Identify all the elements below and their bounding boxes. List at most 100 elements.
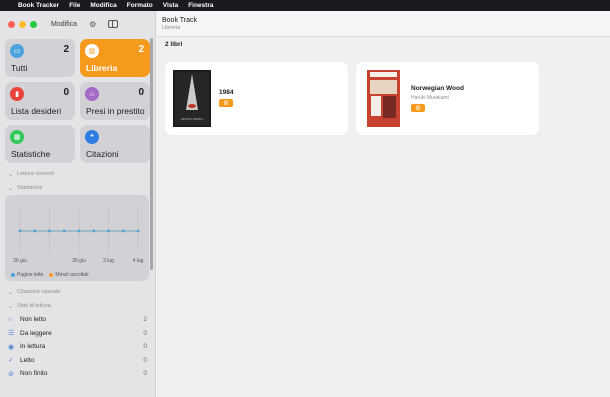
data-point [121, 229, 125, 233]
checkmark-icon: ✓ [8, 357, 14, 365]
x-tick-label: 2 lug [103, 258, 114, 264]
legend-item: Pagine lette [11, 272, 43, 278]
menu-app-name[interactable]: Book Tracker [18, 2, 59, 9]
circle-icon: ○ [8, 316, 13, 324]
tile-label: Statistiche [11, 149, 51, 159]
chart-svg: 26 giu 30 giu 2 lug 4 lug [13, 207, 144, 264]
sidebar: Modifica ⚙ ▭ 2 Tutti ▥ 2 Libreria ▮ 0 Li… [0, 11, 156, 397]
minimize-window-button[interactable] [19, 20, 26, 28]
tile-count: 0 [63, 87, 69, 98]
menu-window[interactable]: Finestra [188, 2, 213, 9]
sidebar-scrollbar[interactable] [150, 38, 153, 270]
status-reading[interactable]: ◉ In lettura 0 [8, 340, 147, 354]
sidebar-toggle-icon[interactable] [108, 20, 119, 28]
tile-label: Presi in prestito [86, 106, 145, 116]
status-label: Non letto [20, 316, 47, 324]
section-label: Stati di lettura [17, 303, 51, 309]
data-point [48, 229, 51, 233]
list-icon: ☰ [8, 330, 15, 338]
status-label: Letto [20, 356, 35, 364]
book-author: Haruki Murakami [411, 95, 449, 101]
status-read[interactable]: ✓ Letto 0 [8, 354, 147, 368]
chevron-down-icon: ⌄ [8, 171, 14, 178]
page-subtitle: Libreria [162, 25, 181, 31]
quote-icon: ❝ [85, 130, 99, 144]
section-current-reading[interactable]: ⌄ Letture correnti [0, 167, 155, 181]
zoom-window-button[interactable] [30, 20, 37, 28]
data-point [77, 229, 81, 233]
collection-tiles: ▭ 2 Tutti ▥ 2 Libreria ▮ 0 Lista desider… [0, 37, 155, 163]
data-point [107, 229, 110, 233]
bank-icon: ⌂ [85, 87, 99, 101]
tile-label: Libreria [86, 63, 118, 73]
menu-view[interactable]: Vista [163, 2, 178, 9]
status-to-read[interactable]: ☰ Da leggere 0 [8, 327, 147, 341]
x-tick-label: 30 giu [72, 258, 86, 264]
menu-edit[interactable]: Modifica [90, 2, 116, 9]
status-count: 0 [143, 370, 147, 378]
close-window-button[interactable] [8, 20, 15, 28]
edit-button[interactable]: Modifica [51, 21, 77, 28]
eye-icon: ◉ [8, 343, 15, 351]
book-count: 2 libri [165, 41, 183, 48]
status-label: In lettura [20, 343, 46, 351]
window-titlebar: Modifica ⚙ [0, 11, 155, 37]
settings-icon[interactable]: ⚙ [89, 20, 96, 29]
tile-library[interactable]: ▥ 2 Libreria [80, 39, 150, 77]
chart-legend: Pagine lette Minuti ascoltati [11, 272, 89, 278]
section-statistics[interactable]: ⌄ Statistiche [0, 181, 155, 195]
books-icon: ▥ [411, 104, 425, 112]
tile-all[interactable]: ▭ 2 Tutti [5, 39, 75, 77]
status-label: Non finito [20, 370, 48, 378]
statistics-chart: 26 giu 30 giu 2 lug 4 lug Pagine lette Minu… [5, 195, 149, 281]
menu-file[interactable]: File [69, 2, 80, 9]
book-title: 1984 [219, 89, 234, 96]
chevron-down-icon: ⌄ [8, 289, 14, 296]
data-point [136, 229, 140, 233]
x-tick-label: 4 lug [133, 258, 144, 264]
book-cover: GEORGE ORWELL [173, 70, 211, 127]
book-card[interactable]: GEORGE ORWELL 1984 ▥ [165, 62, 348, 135]
tile-count: 2 [63, 44, 69, 55]
tile-count: 0 [138, 87, 144, 98]
data-point [62, 229, 66, 233]
tile-label: Citazioni [86, 149, 119, 159]
data-point [92, 229, 96, 233]
tile-label: Lista desideri [11, 106, 62, 116]
book-cover [367, 70, 400, 127]
main-header: Book Track Libreria [157, 11, 610, 37]
status-not-finished[interactable]: ⊘ Non finito 0 [8, 367, 147, 381]
tile-wishlist[interactable]: ▮ 0 Lista desideri [5, 82, 75, 120]
status-count: 2 [143, 316, 147, 324]
x-tick-label: 26 giu [13, 258, 27, 264]
section-random-quote[interactable]: ⌄ Citazione casuale [0, 285, 155, 299]
tile-borrowed[interactable]: ⌂ 0 Presi in prestito [80, 82, 150, 120]
book-card[interactable]: Norwegian Wood Haruki Murakami ▥ [356, 62, 539, 135]
chevron-down-icon: ⌄ [8, 303, 14, 310]
status-label: Da leggere [20, 329, 52, 337]
book-title: Norwegian Wood [411, 85, 464, 92]
menu-bar: Book Tracker File Modifica Formato Vista… [0, 0, 610, 11]
status-count: 0 [143, 329, 147, 337]
status-count: 0 [143, 343, 147, 351]
chevron-down-icon: ⌄ [8, 185, 14, 192]
data-point [33, 229, 37, 233]
menu-format[interactable]: Formato [127, 2, 153, 9]
section-reading-status[interactable]: ⌄ Stati di lettura [0, 299, 155, 313]
tile-statistics[interactable]: ▦ Statistiche [5, 125, 75, 163]
books-icon: ▥ [85, 44, 99, 58]
section-label: Statistiche [17, 185, 43, 191]
tile-label: Tutti [11, 63, 28, 73]
chart-icon: ▦ [10, 130, 24, 144]
status-unread[interactable]: ○ Non letto 2 [8, 313, 147, 327]
status-count: 0 [143, 356, 147, 364]
main-content: Book Track Libreria 2 libri GEORGE ORWEL… [157, 11, 610, 397]
page-title: Book Track [162, 17, 198, 24]
tile-count: 2 [138, 44, 144, 55]
bookmark-icon: ▮ [10, 87, 24, 101]
legend-item: Minuti ascoltati [49, 272, 89, 278]
prohibited-icon: ⊘ [8, 370, 14, 378]
tile-quotes[interactable]: ❝ Citazioni [80, 125, 150, 163]
status-list: ○ Non letto 2 ☰ Da leggere 0 ◉ In lettur… [0, 313, 155, 381]
tray-icon: ▭ [10, 44, 24, 58]
